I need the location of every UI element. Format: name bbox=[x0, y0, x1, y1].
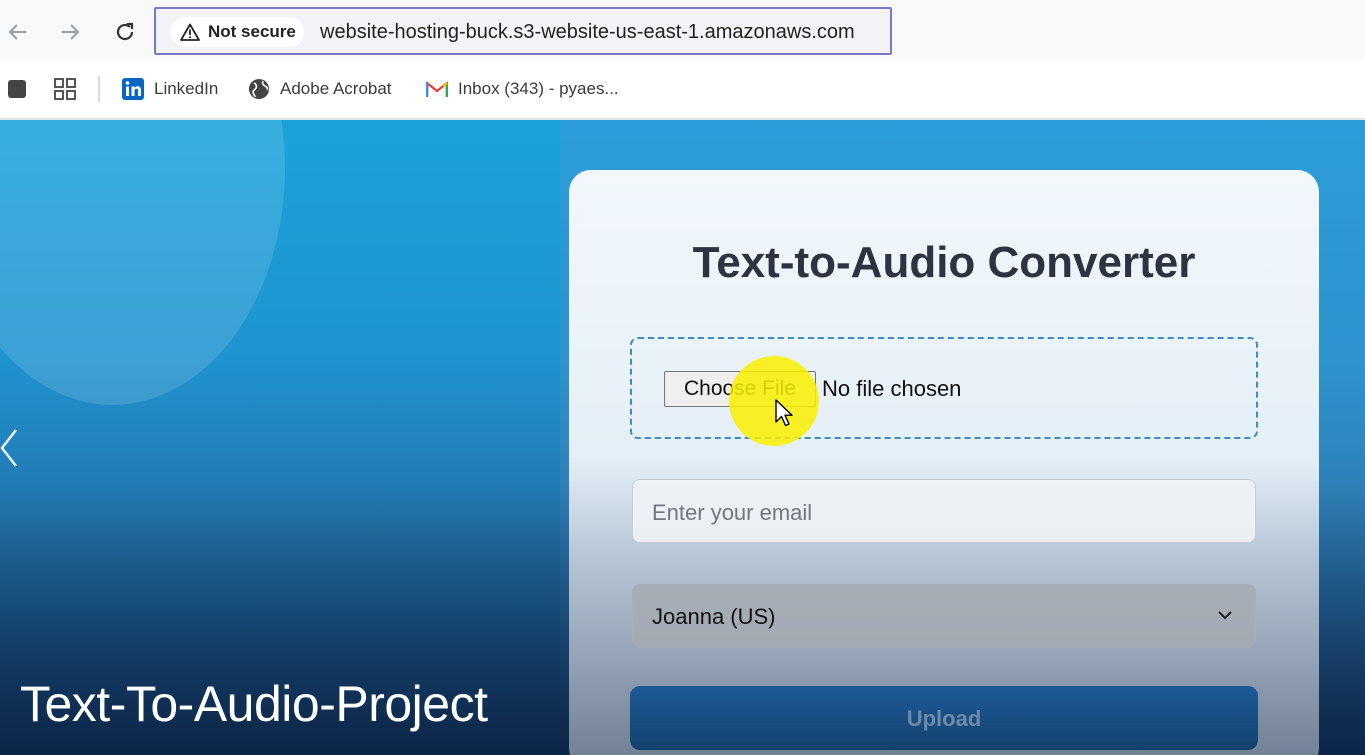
globe-icon bbox=[249, 79, 269, 99]
bookmark-adobe-acrobat[interactable]: Adobe Acrobat bbox=[248, 76, 392, 102]
security-indicator[interactable]: Not secure bbox=[170, 17, 304, 47]
forward-arrow-icon bbox=[62, 24, 80, 40]
bookmark-label: Adobe Acrobat bbox=[280, 79, 392, 98]
forward-button[interactable] bbox=[52, 14, 88, 50]
mouse-pointer-icon bbox=[775, 399, 793, 427]
slide-previous-icon[interactable] bbox=[0, 426, 24, 470]
upload-button-label: Upload bbox=[906, 706, 982, 731]
url-text[interactable]: website-hosting-buck.s3-website-us-east-… bbox=[320, 21, 855, 44]
reload-button[interactable] bbox=[107, 14, 143, 50]
bookmark-app-square[interactable] bbox=[8, 76, 26, 102]
voice-select[interactable]: Joanna (US) bbox=[632, 584, 1256, 648]
converter-title: Text-to-Audio Converter bbox=[692, 238, 1196, 287]
background-circle bbox=[0, 120, 285, 405]
converter-card: Text-to-Audio Converter Choose File No f… bbox=[569, 170, 1319, 755]
bookmarks-divider bbox=[98, 76, 100, 102]
back-button[interactable] bbox=[0, 14, 36, 50]
app-square-icon bbox=[8, 80, 26, 98]
warning-triangle-icon bbox=[180, 23, 200, 41]
security-label: Not secure bbox=[208, 22, 296, 41]
chevron-down-icon bbox=[1218, 611, 1232, 620]
file-drop-zone[interactable]: Choose File No file chosen bbox=[630, 337, 1258, 439]
reload-icon bbox=[116, 22, 134, 41]
browser-toolbar: Not secure website-hosting-buck.s3-websi… bbox=[0, 0, 1365, 60]
back-arrow-icon bbox=[8, 24, 26, 40]
voice-selected-value: Joanna (US) bbox=[652, 604, 776, 629]
linkedin-icon bbox=[122, 78, 144, 100]
bookmark-label: LinkedIn bbox=[154, 79, 219, 98]
file-status-text: No file chosen bbox=[822, 376, 962, 401]
email-placeholder: Enter your email bbox=[652, 500, 813, 525]
apps-grid-icon bbox=[54, 78, 76, 100]
bookmark-label: Inbox (343) - pyaes... bbox=[458, 79, 619, 98]
address-bar[interactable]: Not secure website-hosting-buck.s3-websi… bbox=[154, 7, 892, 55]
bookmark-linkedin[interactable]: LinkedIn bbox=[122, 76, 218, 102]
page-background: Text-To-Audio-Project Text-to-Audio Conv… bbox=[0, 120, 1365, 755]
slide-title: Text-To-Audio-Project bbox=[20, 676, 488, 732]
bookmarks-bar: LinkedIn Adobe Acrobat Inbox (343) - pya… bbox=[0, 60, 1365, 120]
upload-button[interactable]: Upload bbox=[630, 686, 1258, 750]
apps-button[interactable] bbox=[54, 76, 76, 102]
gmail-icon bbox=[426, 81, 448, 97]
email-input[interactable]: Enter your email bbox=[632, 479, 1256, 543]
bookmark-gmail-inbox[interactable]: Inbox (343) - pyaes... bbox=[426, 76, 619, 102]
